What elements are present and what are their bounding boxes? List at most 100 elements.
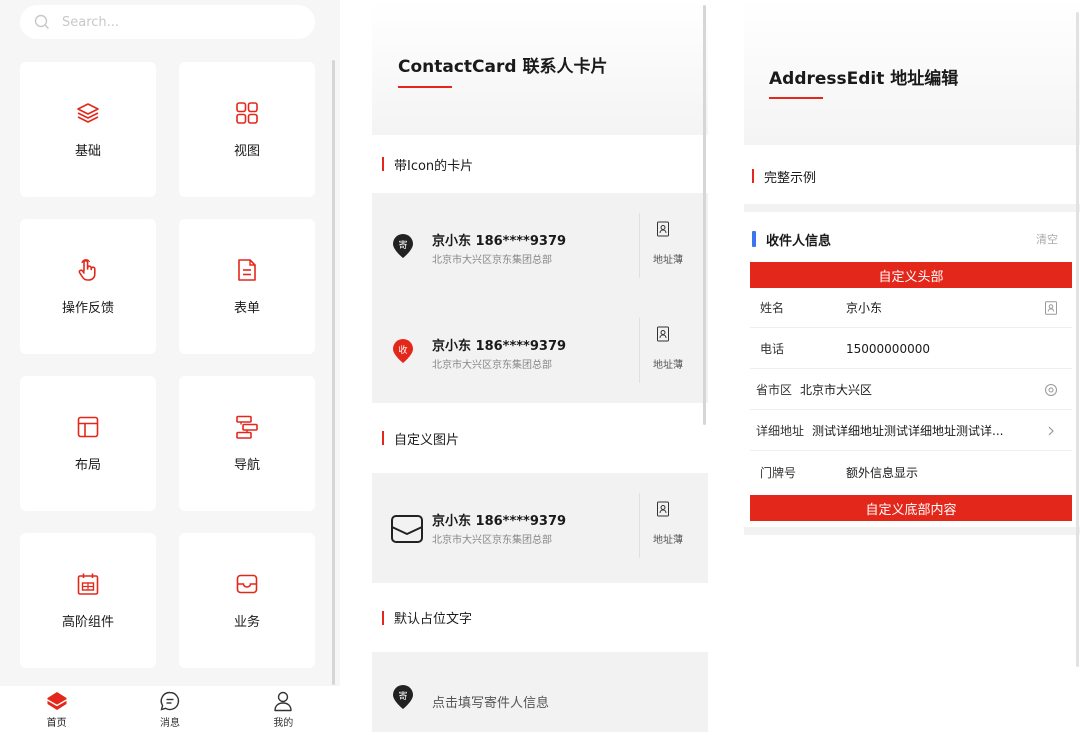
calendar-icon — [77, 573, 99, 595]
tile-form[interactable]: 表单 — [179, 219, 315, 354]
tab-label: 我的 — [273, 717, 294, 729]
home-icon — [46, 691, 67, 710]
grid-icon — [236, 102, 258, 124]
scrollbar[interactable] — [332, 60, 335, 685]
contact-card-receiver[interactable]: 收 京小东 186****9379 北京市大兴区京东集团总部 地址薄 — [372, 298, 705, 403]
page-title: AddressEdit 地址编辑 — [769, 69, 959, 89]
address-edit-form: 收件人信息 清空 自定义头部 姓名 京小东 电话 15000000000 省市区… — [750, 212, 1072, 527]
tile-label: 表单 — [233, 301, 260, 316]
user-icon — [274, 691, 293, 711]
section-header: 默认占位文字 — [372, 583, 708, 652]
custom-header: 自定义头部 — [750, 262, 1072, 288]
title-underline — [398, 86, 452, 88]
tile-label: 布局 — [74, 458, 101, 473]
location-icon[interactable] — [1044, 383, 1058, 397]
field-label: 省市区 — [756, 383, 793, 397]
section-gap — [744, 204, 1080, 212]
clear-button[interactable]: 清空 — [1036, 231, 1058, 247]
nav-home-panel: Search... 基础 视图 操作反馈 表单 布局 导航 高阶组件 业务 首页 — [0, 0, 340, 732]
pin-badge-text: 收 — [398, 346, 408, 356]
title-underline — [769, 97, 823, 99]
receiver-header: 收件人信息 清空 — [750, 224, 1072, 254]
field-label: 门牌号 — [760, 465, 797, 480]
tab-bar: 首页 消息 我的 — [0, 686, 340, 732]
address-book-icon[interactable] — [656, 221, 670, 237]
field-value[interactable]: 北京市大兴区 — [800, 381, 872, 398]
field-house-number[interactable]: 门牌号 额外信息显示 — [750, 452, 1072, 492]
section-marker — [752, 169, 754, 183]
tile-label: 业务 — [233, 615, 260, 630]
contact-name-phone: 京小东 186****9379 — [432, 339, 567, 354]
pin-badge-text: 寄 — [398, 241, 408, 251]
scrollbar[interactable] — [1076, 12, 1079, 667]
field-label: 详细地址 — [756, 424, 805, 438]
contact-name-phone: 京小东 186****9379 — [432, 514, 567, 529]
section-title: 完整示例 — [764, 170, 817, 186]
address-book-icon[interactable] — [656, 501, 670, 517]
page-title: ContactCard 联系人卡片 — [398, 57, 608, 77]
section-marker — [382, 431, 384, 445]
tile-view[interactable]: 视图 — [179, 62, 315, 197]
section-header: 完整示例 — [744, 148, 1080, 204]
layout-icon — [77, 416, 99, 438]
tile-business[interactable]: 业务 — [179, 533, 315, 668]
pointer-hand-icon — [78, 259, 96, 281]
field-phone[interactable]: 电话 15000000000 — [750, 329, 1072, 369]
tile-feedback[interactable]: 操作反馈 — [20, 219, 156, 354]
pin-badge-text: 寄 — [398, 692, 408, 702]
section-marker — [382, 157, 384, 171]
tile-label: 高阶组件 — [61, 615, 114, 630]
contacts-book-icon[interactable] — [1044, 301, 1058, 315]
address-book-label[interactable]: 地址薄 — [653, 356, 683, 371]
contact-card-sender[interactable]: 寄 京小东 186****9379 北京市大兴区京东集团总部 地址薄 — [372, 193, 705, 298]
message-icon — [160, 691, 180, 711]
contact-address: 北京市大兴区京东集团总部 — [432, 360, 552, 371]
address-edit-demo-panel: AddressEdit 地址编辑 完整示例 收件人信息 清空 自定义头部 姓名 … — [744, 0, 1080, 732]
field-region[interactable]: 省市区 北京市大兴区 — [750, 370, 1072, 410]
envelope-box-icon — [391, 515, 423, 543]
field-name[interactable]: 姓名 京小东 — [750, 288, 1072, 328]
address-book-icon[interactable] — [656, 326, 670, 342]
field-value[interactable]: 测试详细地址测试详细地址测试详... — [812, 422, 1003, 439]
tile-navigation[interactable]: 导航 — [179, 376, 315, 511]
field-label: 电话 — [760, 342, 785, 356]
tile-label: 基础 — [74, 144, 101, 159]
box-icon — [236, 574, 258, 594]
layers-icon — [77, 103, 99, 123]
search-input[interactable]: Search... — [20, 5, 315, 39]
section-title: 带Icon的卡片 — [394, 158, 474, 174]
search-icon — [34, 14, 49, 29]
contact-name-phone: 京小东 186****9379 — [432, 234, 567, 249]
tile-label: 视图 — [233, 144, 260, 159]
divider — [639, 213, 640, 278]
field-value[interactable]: 15000000000 — [846, 342, 930, 356]
tab-label: 消息 — [159, 717, 180, 729]
contact-card-custom-image[interactable]: 京小东 186****9379 北京市大兴区京东集团总部 地址薄 — [372, 473, 705, 578]
navigation-icon — [236, 415, 258, 439]
contact-address: 北京市大兴区京东集团总部 — [432, 535, 552, 546]
search-placeholder: Search... — [62, 14, 120, 30]
tile-label: 操作反馈 — [61, 301, 114, 316]
address-book-label[interactable]: 地址薄 — [653, 251, 683, 266]
tab-mine[interactable]: 我的 — [227, 686, 340, 732]
tab-message[interactable]: 消息 — [113, 686, 226, 732]
tab-home[interactable]: 首页 — [0, 686, 113, 732]
contact-address: 北京市大兴区京东集团总部 — [432, 255, 552, 266]
tile-basic[interactable]: 基础 — [20, 62, 156, 197]
chevron-right-icon[interactable] — [1044, 424, 1058, 438]
tile-advanced[interactable]: 高阶组件 — [20, 533, 156, 668]
address-book-label[interactable]: 地址薄 — [653, 531, 683, 546]
section-header: 带Icon的卡片 — [372, 135, 708, 193]
divider — [639, 493, 640, 558]
section-header: 自定义图片 — [372, 403, 708, 473]
contact-card-placeholder[interactable]: 寄 点击填写寄件人信息 — [372, 652, 705, 732]
field-value[interactable]: 额外信息显示 — [846, 464, 918, 481]
section-title: 默认占位文字 — [394, 612, 473, 627]
scrollbar[interactable] — [703, 5, 706, 425]
field-label: 姓名 — [760, 301, 785, 315]
tab-label: 首页 — [46, 717, 67, 729]
tile-layout[interactable]: 布局 — [20, 376, 156, 511]
field-detail-address[interactable]: 详细地址 测试详细地址测试详细地址测试详... — [750, 411, 1072, 451]
document-icon — [238, 259, 256, 281]
field-value[interactable]: 京小东 — [846, 299, 882, 316]
